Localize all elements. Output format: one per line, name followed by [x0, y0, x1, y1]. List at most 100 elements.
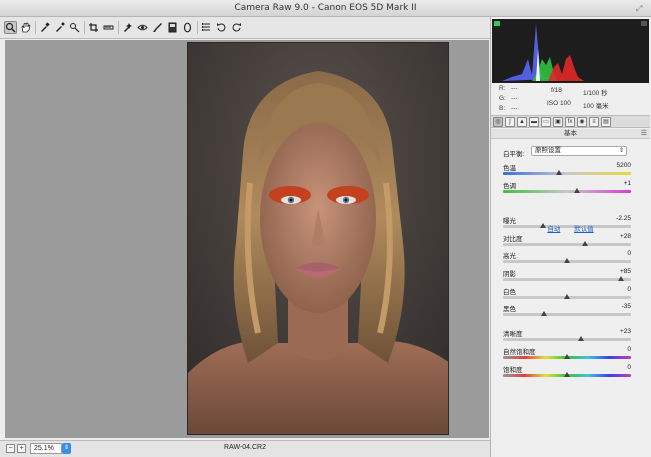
- default-link[interactable]: 默认值: [574, 226, 594, 233]
- select-arrow-icon: ⇕: [618, 148, 624, 154]
- slider-row: 阴影 +85: [503, 268, 645, 286]
- adjustments-panel: R: --- G: --- B: --- f/18 1/100 秒 ISO 10…: [490, 17, 651, 457]
- slider-thumb[interactable]: [574, 188, 581, 193]
- slider-track[interactable]: [503, 313, 631, 316]
- slider-label: 自然饱和度: [503, 349, 536, 356]
- slider-row: 对比度 +28: [503, 233, 645, 251]
- straighten-icon[interactable]: [102, 21, 115, 34]
- slider-thumb[interactable]: [564, 354, 570, 359]
- preview-canvas[interactable]: [5, 40, 489, 438]
- aperture-value: f/18: [551, 87, 562, 94]
- slider-value[interactable]: 0: [607, 286, 631, 293]
- slider-value[interactable]: 0: [607, 364, 631, 371]
- shutter-value: 1/100 秒: [583, 90, 608, 97]
- tone-curve-tab-icon[interactable]: ∫: [505, 117, 515, 127]
- preferences-icon[interactable]: [200, 21, 213, 34]
- toolbar-separator: [118, 21, 119, 34]
- basic-tab-icon[interactable]: ◎: [493, 117, 503, 127]
- snapshots-tab-icon[interactable]: ▤: [601, 117, 611, 127]
- slider-value[interactable]: -2.25: [607, 215, 631, 222]
- slider-label: 黑色: [503, 306, 516, 313]
- detail-tab-icon[interactable]: ▲: [517, 117, 527, 127]
- slider-value[interactable]: 0: [607, 250, 631, 257]
- color-sampler-icon[interactable]: [53, 21, 66, 34]
- slider-thumb[interactable]: [564, 372, 570, 377]
- b-value: ---: [511, 105, 518, 112]
- auto-link[interactable]: 自动: [547, 226, 560, 233]
- white-balance-value: 原照设置: [535, 147, 561, 154]
- targeted-adjustment-icon[interactable]: [68, 21, 81, 34]
- slider-row: 清晰度 +23: [503, 328, 645, 346]
- adjustment-brush-icon[interactable]: [151, 21, 164, 34]
- iso-value: ISO 100: [547, 100, 571, 107]
- g-label: G:: [499, 95, 506, 102]
- slider-track[interactable]: [503, 172, 631, 175]
- slider-thumb[interactable]: [556, 170, 563, 175]
- graduated-filter-icon[interactable]: [166, 21, 179, 34]
- zoom-tool-icon[interactable]: [4, 21, 17, 34]
- rotate-ccw-icon[interactable]: [215, 21, 228, 34]
- hsl-tab-icon[interactable]: ▬: [529, 117, 539, 127]
- toolbar-separator: [35, 21, 36, 34]
- slider-thumb[interactable]: [564, 258, 570, 263]
- slider-track[interactable]: [503, 190, 631, 193]
- slider-label: 阴影: [503, 271, 516, 278]
- slider-track[interactable]: [503, 243, 631, 246]
- slider-thumb[interactable]: [564, 294, 570, 299]
- hand-tool-icon[interactable]: [19, 21, 32, 34]
- slider-value[interactable]: +23: [607, 328, 631, 335]
- white-balance-label: 白平衡:: [503, 151, 525, 158]
- slider-thumb[interactable]: [540, 311, 547, 316]
- title-bar: Camera Raw 9.0 - Canon EOS 5D Mark II ⤢: [0, 0, 651, 17]
- slider-track[interactable]: [503, 278, 631, 281]
- crop-icon[interactable]: [87, 21, 100, 34]
- window-title: Camera Raw 9.0 - Canon EOS 5D Mark II: [234, 3, 417, 13]
- slider-row: 色温 5200: [503, 162, 645, 180]
- slider-value[interactable]: 0: [607, 346, 631, 353]
- rotate-cw-icon[interactable]: [230, 21, 243, 34]
- toolbar-separator: [197, 21, 198, 34]
- slider-label: 色温: [503, 165, 516, 172]
- slider-track[interactable]: [503, 338, 631, 341]
- slider-value[interactable]: -35: [607, 303, 631, 310]
- white-balance-select[interactable]: 原照设置 ⇕: [531, 146, 627, 156]
- camera-calibration-tab-icon[interactable]: ◉: [577, 117, 587, 127]
- fullscreen-icon[interactable]: ⤢: [636, 4, 645, 13]
- white-balance-icon[interactable]: [38, 21, 51, 34]
- slider-value[interactable]: +28: [607, 233, 631, 240]
- shadow-clipping-indicator: [494, 21, 500, 26]
- slider-value[interactable]: 5200: [607, 162, 631, 169]
- lens-corrections-tab-icon[interactable]: ▣: [553, 117, 563, 127]
- slider-row: 饱和度 0: [503, 364, 645, 382]
- slider-row: 黑色 -35: [503, 303, 645, 321]
- b-label: B:: [499, 105, 506, 112]
- slider-thumb[interactable]: [578, 336, 585, 341]
- r-value: ---: [511, 85, 518, 92]
- slider-value[interactable]: +85: [607, 268, 631, 275]
- panel-menu-icon[interactable]: ☰: [641, 129, 647, 138]
- slider-label: 清晰度: [503, 331, 523, 338]
- slider-row: 色调 +1: [503, 180, 645, 198]
- split-toning-tab-icon[interactable]: ▭: [541, 117, 551, 127]
- slider-row: 白色 0: [503, 286, 645, 304]
- histogram: [492, 19, 649, 83]
- status-bar: − + 25.1% ⇕ RAW-04.CR2: [0, 440, 490, 457]
- filename-label: RAW-04.CR2: [223, 444, 266, 451]
- auto-default-links: 自动 默认值: [491, 223, 650, 233]
- panel-tabs: ◎ ∫ ▲ ▬ ▭ ▣ fx ◉ ≡ ▤: [491, 115, 650, 128]
- slider-thumb[interactable]: [581, 241, 588, 246]
- spot-removal-icon[interactable]: [121, 21, 134, 34]
- slider-label: 色调: [503, 183, 516, 190]
- g-value: ---: [511, 95, 518, 102]
- slider-row: 高光 0: [503, 250, 645, 268]
- slider-value[interactable]: +1: [607, 180, 631, 187]
- basic-section-header: 基本 ☰: [491, 129, 650, 139]
- highlight-clipping-indicator: [641, 21, 647, 26]
- red-eye-icon[interactable]: [136, 21, 149, 34]
- slider-thumb[interactable]: [617, 276, 624, 281]
- fx-tab-icon[interactable]: fx: [565, 117, 575, 127]
- radial-filter-icon[interactable]: [181, 21, 194, 34]
- toolbar: [0, 17, 490, 39]
- presets-tab-icon[interactable]: ≡: [589, 117, 599, 127]
- slider-label: 高光: [503, 253, 516, 260]
